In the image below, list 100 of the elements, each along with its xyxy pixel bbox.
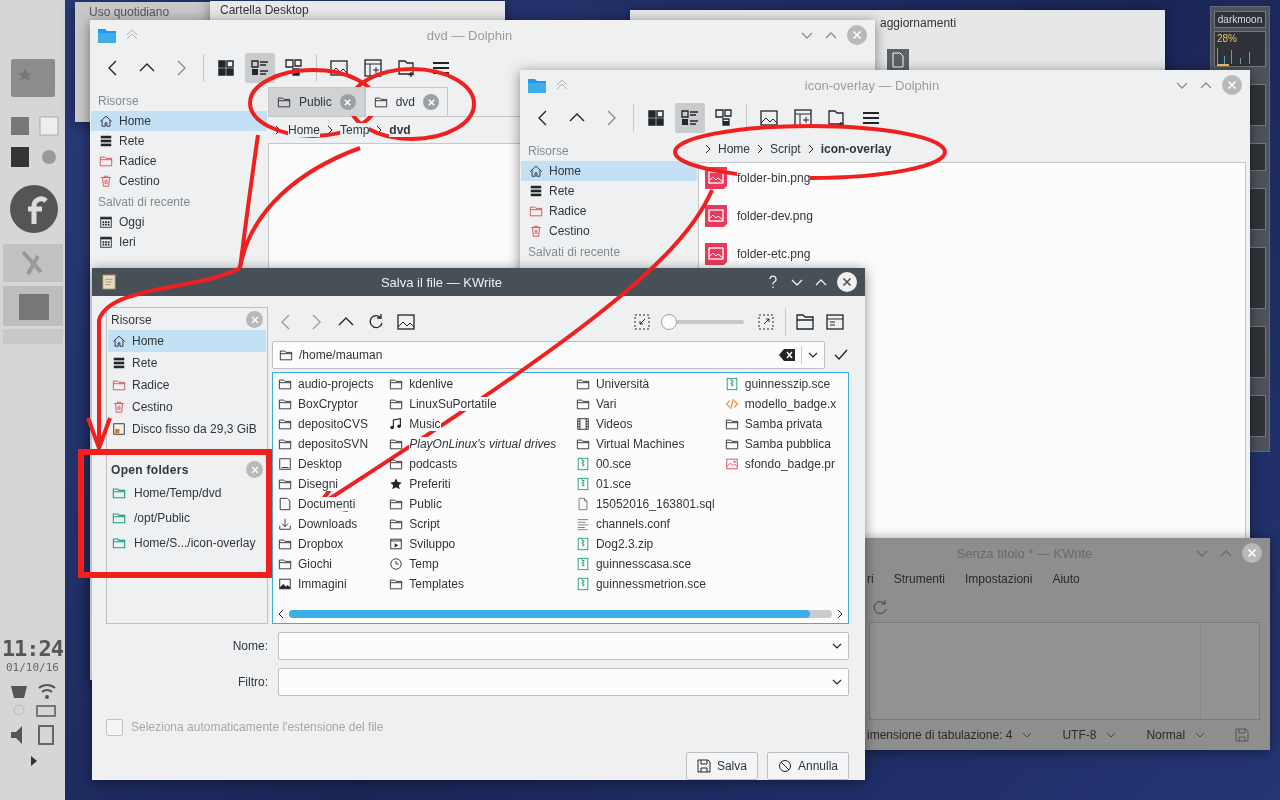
- menu-item[interactable]: Aiuto: [1052, 572, 1080, 592]
- sidebar-item[interactable]: Rete: [108, 352, 266, 374]
- open-folder-item[interactable]: Home/S.../icon-overlay: [108, 530, 266, 555]
- redo-icon[interactable]: [871, 598, 889, 616]
- menu-item[interactable]: Impostazioni: [965, 572, 1033, 592]
- close-button[interactable]: [1242, 543, 1262, 563]
- file-item[interactable]: Templates: [389, 574, 576, 594]
- clear-icon[interactable]: [779, 349, 795, 361]
- save-icon[interactable]: [1235, 728, 1250, 742]
- file-item[interactable]: Script: [389, 514, 576, 534]
- file-item[interactable]: Virtual Machines: [575, 434, 725, 454]
- file-item[interactable]: depositoCVS: [278, 414, 390, 434]
- close-icon[interactable]: [343, 97, 353, 107]
- tab[interactable]: dvd: [364, 87, 449, 116]
- file-item[interactable]: guinnesscasa.sce: [575, 554, 725, 574]
- file-item[interactable]: guinnesszip.sce: [724, 374, 848, 394]
- file-item[interactable]: folder-bin.png: [705, 167, 1239, 189]
- close-button[interactable]: [837, 272, 857, 292]
- file-item[interactable]: Temp: [389, 554, 576, 574]
- file-item[interactable]: Desktop: [278, 454, 390, 474]
- file-item[interactable]: Music: [389, 414, 576, 434]
- file-item[interactable]: Disegni: [278, 474, 390, 494]
- sidebar-item[interactable]: Rete: [91, 131, 267, 151]
- file-item[interactable]: Vari: [575, 394, 725, 414]
- file-item[interactable]: Immagini: [278, 574, 390, 594]
- file-item[interactable]: Dog2.3.zip: [575, 534, 725, 554]
- sidebar-item[interactable]: Cestino: [91, 171, 267, 191]
- chevron-left-icon[interactable]: [277, 609, 285, 619]
- sidebar-item[interactable]: Oggi: [91, 212, 267, 232]
- save-button[interactable]: Salva: [685, 751, 758, 780]
- chevron-icon: [806, 144, 815, 154]
- open-folder-item[interactable]: Home/Temp/dvd: [108, 480, 266, 505]
- file-item[interactable]: podcasts: [389, 454, 576, 474]
- chevron-icon: [326, 125, 334, 135]
- status-text[interactable]: UTF-8: [1062, 728, 1097, 742]
- caret-icon: [1106, 731, 1117, 739]
- close-panel-button[interactable]: [246, 311, 263, 328]
- file-item[interactable]: folder-dev.png: [705, 205, 1239, 227]
- file-item[interactable]: BoxCryptor: [278, 394, 390, 414]
- menu-item[interactable]: ri: [867, 572, 874, 592]
- close-icon: [249, 464, 260, 475]
- close-panel-button[interactable]: [246, 461, 263, 478]
- breadcrumb-item[interactable]: icon-overlay: [820, 142, 892, 156]
- calendar-icon: [99, 215, 113, 229]
- file-item[interactable]: Downloads: [278, 514, 390, 534]
- file-item[interactable]: Università: [575, 374, 725, 394]
- file-item[interactable]: LinuxSuPortatile: [389, 394, 576, 414]
- file-item[interactable]: 01.sce: [575, 474, 725, 494]
- home-icon: [529, 164, 543, 178]
- details-view-button[interactable]: [245, 53, 275, 83]
- slider-thumb[interactable]: [661, 314, 677, 330]
- file-item[interactable]: channels.conf: [575, 514, 725, 534]
- sidebar-item[interactable]: Cestino: [108, 396, 266, 418]
- path-field[interactable]: /home/mauman: [272, 341, 825, 369]
- archive-icon: [575, 457, 590, 471]
- folder-icon: [278, 477, 292, 491]
- server-icon: [529, 184, 543, 198]
- breadcrumb-item[interactable]: Script: [770, 142, 801, 156]
- breadcrumb-item[interactable]: Home: [718, 142, 750, 156]
- tab[interactable]: Public: [268, 87, 365, 116]
- menu-item[interactable]: Strumenti: [893, 572, 946, 592]
- caret-icon: [832, 678, 842, 687]
- file-item[interactable]: kdenlive: [389, 374, 576, 394]
- open-folder-item[interactable]: /opt/Public: [108, 505, 266, 530]
- file-item[interactable]: Preferiti: [389, 474, 576, 494]
- breadcrumb-item[interactable]: Home: [288, 123, 320, 137]
- sidebar-item[interactable]: Home: [108, 330, 266, 352]
- chevron-right-icon[interactable]: [836, 609, 844, 619]
- sidebar-item[interactable]: Ieri: [91, 232, 267, 252]
- file-item[interactable]: audio-projects: [278, 374, 390, 394]
- file-item[interactable]: Dropbox: [278, 534, 390, 554]
- zoom-slider[interactable]: [664, 314, 744, 330]
- name-field[interactable]: [278, 632, 849, 661]
- sidebar-item[interactable]: Radice: [108, 374, 266, 396]
- filter-dropdown[interactable]: [278, 668, 849, 697]
- sidebar-item[interactable]: Radice: [521, 201, 697, 221]
- breadcrumb-item[interactable]: dvd: [389, 123, 411, 137]
- status-text[interactable]: Normal: [1146, 728, 1186, 742]
- file-item[interactable]: Documenti: [278, 494, 390, 514]
- file-item[interactable]: Sviluppo: [389, 534, 576, 554]
- cancel-button[interactable]: Annulla: [766, 751, 849, 780]
- sidebar-item[interactable]: Radice: [91, 151, 267, 171]
- breadcrumb-item[interactable]: Temp: [340, 123, 370, 137]
- sidebar-item[interactable]: Cestino: [521, 221, 697, 241]
- file-item[interactable]: Public: [389, 494, 576, 514]
- sidebar-item[interactable]: Home: [521, 161, 697, 181]
- sidebar-item[interactable]: Rete: [521, 181, 697, 201]
- file-item[interactable]: Videos: [575, 414, 725, 434]
- close-icon[interactable]: [426, 97, 436, 107]
- sidebar-item[interactable]: Disco fisso da 29,3 GiB: [108, 418, 266, 440]
- file-item[interactable]: Samba pubblica: [724, 434, 848, 454]
- file-item[interactable]: Giochi: [278, 554, 390, 574]
- checkmark-icon[interactable]: [833, 347, 849, 363]
- file-item[interactable]: folder-etc.png: [705, 243, 1239, 265]
- details-view-button[interactable]: [675, 103, 705, 133]
- file-item[interactable]: 00.sce: [575, 454, 725, 474]
- file-item[interactable]: Samba privata: [724, 414, 848, 434]
- sidebar-item[interactable]: Home: [91, 111, 267, 131]
- file-item[interactable]: depositoSVN: [278, 434, 390, 454]
- status-text[interactable]: imensione di tabulazione: 4: [867, 728, 1013, 742]
